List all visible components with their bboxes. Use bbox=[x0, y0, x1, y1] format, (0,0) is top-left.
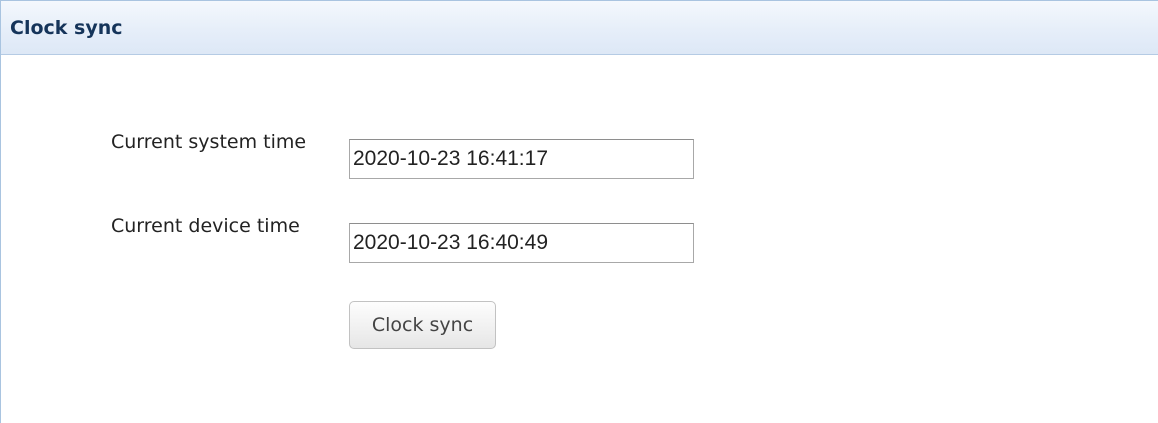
device-time-label: Current device time bbox=[111, 215, 300, 237]
clock-sync-button[interactable]: Clock sync bbox=[349, 301, 496, 349]
panel-title: Clock sync bbox=[10, 17, 123, 39]
system-time-label: Current system time bbox=[111, 131, 307, 153]
panel-header: Clock sync bbox=[1, 1, 1158, 55]
clock-sync-panel: Clock sync Current system time 2020-10-2… bbox=[0, 0, 1158, 423]
system-time-field[interactable]: 2020-10-23 16:41:17 bbox=[349, 139, 694, 179]
device-time-field[interactable]: 2020-10-23 16:40:49 bbox=[349, 223, 694, 263]
